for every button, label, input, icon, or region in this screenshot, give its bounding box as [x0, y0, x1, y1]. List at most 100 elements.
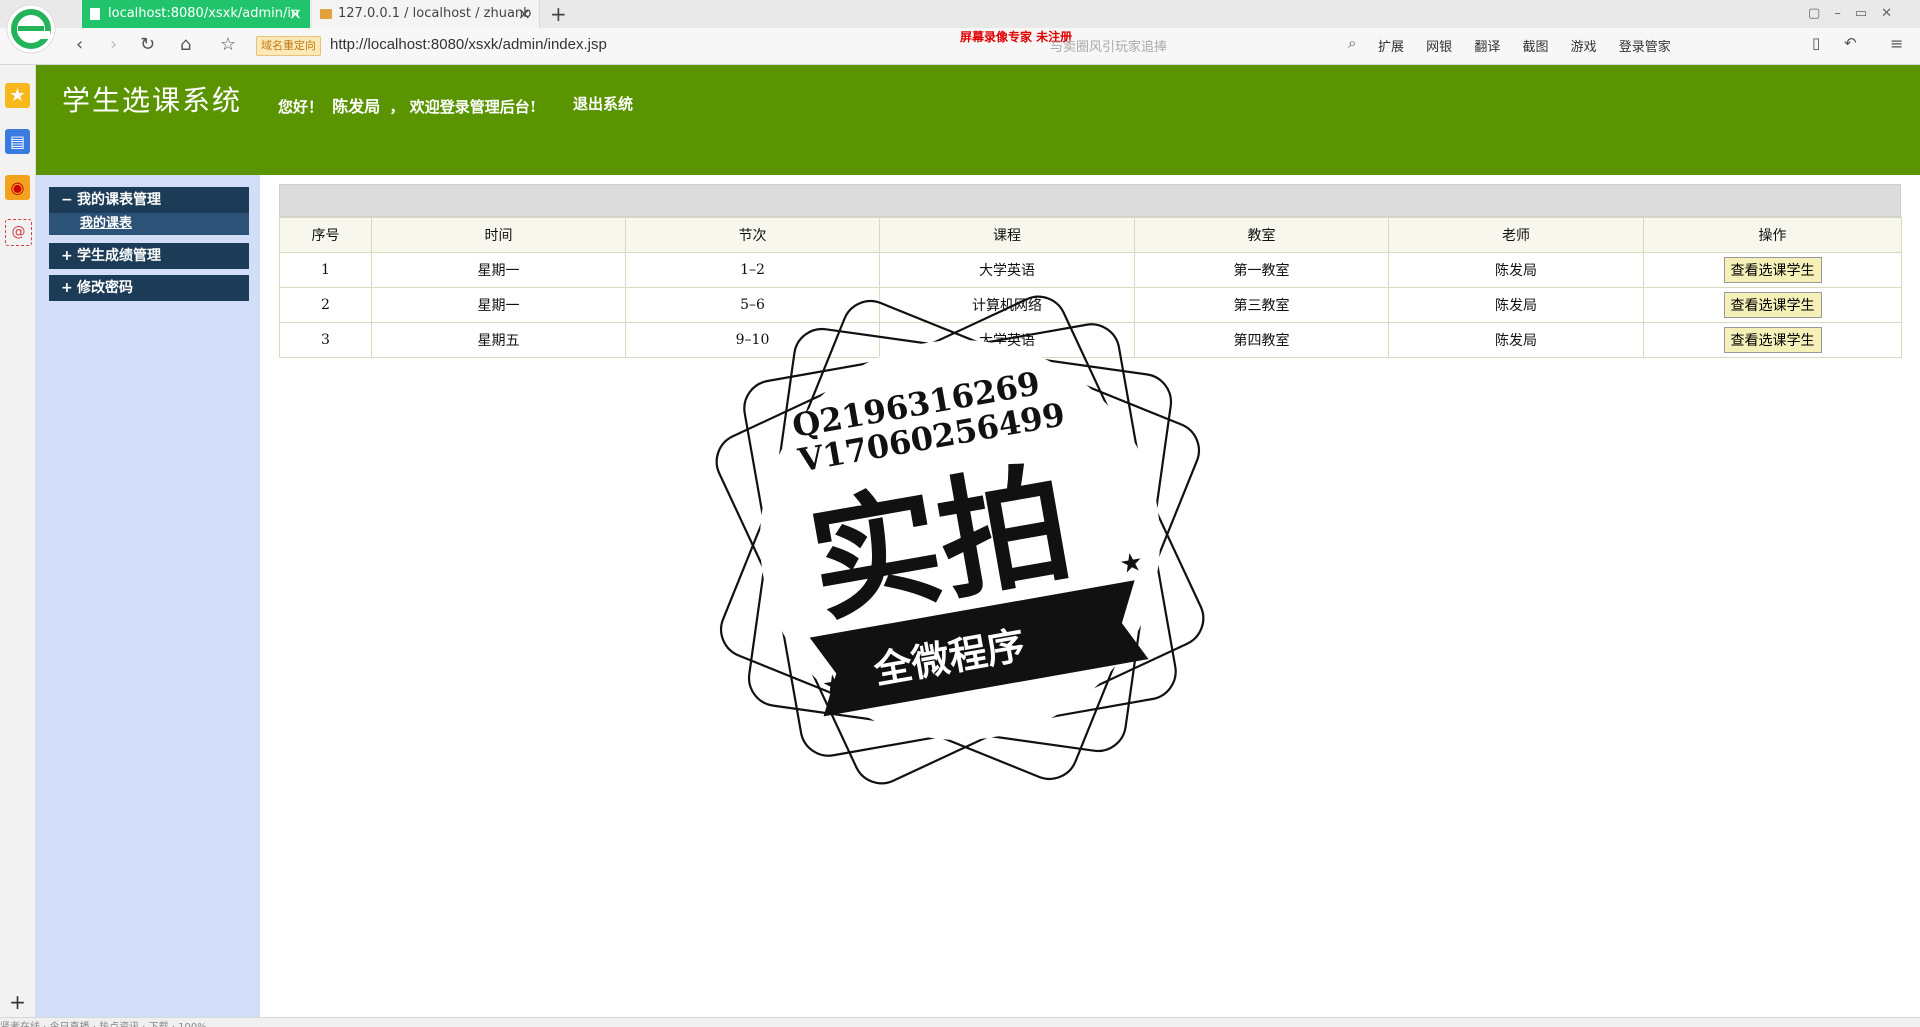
app-header: 学生选课系统 您好！ 陈发局 ， 欢迎登录管理后台! 退出系统 [36, 65, 1920, 175]
sidebar-item-my-schedule[interactable]: 我的课表 [49, 213, 249, 235]
app-sidebar: − 我的课表管理 我的课表 + 学生成绩管理 + 修改密码 [36, 175, 260, 1017]
menu-group-label: 修改密码 [77, 280, 133, 296]
menu-group-password: + 修改密码 [49, 275, 249, 301]
favorites-icon[interactable]: ★ [5, 83, 30, 108]
menu-group-header[interactable]: + 修改密码 [49, 275, 249, 301]
schedule-table: 序号 时间 节次 课程 教室 老师 操作 1 星期一 1–2 大学英语 第一教室… [279, 217, 1902, 358]
home-icon[interactable]: ⌂ [180, 34, 191, 55]
column-header: 时间 [371, 217, 626, 253]
app-title: 学生选课系统 [62, 84, 243, 117]
browser-tools: 扩展 网银 翻译 截图 游戏 登录管家 [1378, 36, 1689, 55]
cell-index: 2 [279, 287, 372, 323]
user-name: 陈发局 [332, 97, 381, 116]
browser-tabbar: localhost:8080/xsxk/admin/in × 127.0.0.1… [0, 0, 1920, 28]
watermark-banner: 全微程序 [870, 623, 1028, 693]
tab-title: 127.0.0.1 / localhost / zhuanb [338, 6, 532, 21]
tab-title: localhost:8080/xsxk/admin/in [108, 6, 300, 21]
table-header-row: 序号 时间 节次 课程 教室 老师 操作 [279, 217, 1902, 253]
cell-day: 星期一 [371, 252, 626, 288]
reader-icon[interactable]: ▤ [5, 129, 30, 154]
search-icon[interactable]: ⌕ [1348, 34, 1356, 52]
watermark-main: 实拍 [799, 446, 1081, 641]
collapse-icon: − [61, 192, 73, 208]
welcome-message: 您好！ 陈发局 ， 欢迎登录管理后台! [278, 93, 536, 117]
watermark-stamp: Q2196316269 V17060256499 实拍 全微程序 ★ ★ [715, 295, 1205, 785]
browser-tab-active[interactable]: localhost:8080/xsxk/admin/in × [82, 0, 310, 28]
table-row: 1 星期一 1–2 大学英语 第一教室 陈发局 查看选课学生 [279, 252, 1902, 288]
phpmyadmin-icon [320, 9, 332, 19]
url-redirect-badge: 域名重定向 [256, 36, 321, 56]
column-header: 教室 [1134, 217, 1389, 253]
cell-course: 计算机网络 [879, 287, 1135, 323]
column-header: 序号 [279, 217, 372, 253]
extension-button[interactable]: 扩展 [1378, 40, 1404, 55]
cell-day: 星期一 [371, 287, 626, 323]
table-caption-bar [279, 184, 1901, 217]
logout-link[interactable]: 退出系统 [573, 93, 633, 114]
browser-side-dock: ★ ▤ ◉ @ + [0, 65, 36, 1017]
greeting-prefix: 您好！ [278, 98, 324, 116]
bank-button[interactable]: 网银 [1426, 40, 1452, 55]
cell-action: 查看选课学生 [1643, 287, 1902, 323]
login-manager-button[interactable]: 登录管家 [1619, 40, 1671, 55]
menu-group-label: 学生成绩管理 [77, 248, 161, 264]
cell-teacher: 陈发局 [1388, 252, 1644, 288]
screenshot-button[interactable]: 截图 [1522, 40, 1548, 55]
menu-group-header[interactable]: − 我的课表管理 [49, 187, 249, 213]
menu-group-schedule: − 我的课表管理 我的课表 [49, 187, 249, 235]
cell-action: 查看选课学生 [1643, 322, 1902, 358]
undo-icon[interactable]: ↶ [1844, 34, 1857, 52]
cell-classroom: 第四教室 [1134, 322, 1389, 358]
close-icon[interactable]: × [289, 0, 302, 28]
browser-toolbar: ‹ › ↻ ⌂ ☆ 域名重定向 http://localhost:8080/xs… [0, 28, 1920, 65]
forward-icon[interactable]: › [110, 34, 117, 55]
games-button[interactable]: 游戏 [1571, 40, 1597, 55]
new-tab-button[interactable]: + [550, 0, 567, 28]
cell-period: 5–6 [625, 287, 880, 323]
view-students-button[interactable]: 查看选课学生 [1723, 292, 1822, 318]
address-bar[interactable]: http://localhost:8080/xsxk/admin/index.j… [330, 36, 607, 53]
column-header: 课程 [879, 217, 1135, 253]
star-icon[interactable]: ☆ [220, 34, 236, 55]
expand-icon: + [61, 248, 73, 264]
browser-search-input[interactable]: 与卖圈风引玩家追捧 [1050, 36, 1340, 55]
cell-teacher: 陈发局 [1388, 287, 1644, 323]
menu-group-header[interactable]: + 学生成绩管理 [49, 243, 249, 269]
reload-icon[interactable]: ↻ [140, 34, 155, 55]
window-controls[interactable]: ▢–▭✕ [1808, 0, 1906, 28]
sidebar-toggle-icon[interactable]: ▯ [1812, 34, 1820, 52]
view-students-button[interactable]: 查看选课学生 [1723, 327, 1822, 353]
browser-logo-icon[interactable] [6, 4, 56, 54]
back-icon[interactable]: ‹ [76, 34, 83, 55]
view-students-button[interactable]: 查看选课学生 [1723, 257, 1822, 283]
close-icon[interactable]: × [518, 0, 531, 28]
table-row: 3 星期五 9–10 大学英语 第四教室 陈发局 查看选课学生 [279, 322, 1902, 358]
main-content: 序号 时间 节次 课程 教室 老师 操作 1 星期一 1–2 大学英语 第一教室… [279, 184, 1902, 358]
cell-classroom: 第三教室 [1134, 287, 1389, 323]
table-row: 2 星期一 5–6 计算机网络 第三教室 陈发局 查看选课学生 [279, 287, 1902, 323]
mail-icon[interactable]: @ [5, 219, 32, 246]
cell-classroom: 第一教室 [1134, 252, 1389, 288]
cell-teacher: 陈发局 [1388, 322, 1644, 358]
column-header: 老师 [1388, 217, 1644, 253]
expand-icon: + [61, 280, 73, 296]
cell-period: 9–10 [625, 322, 880, 358]
add-icon[interactable]: + [5, 990, 30, 1015]
cell-course: 大学英语 [879, 322, 1135, 358]
cell-index: 3 [279, 322, 372, 358]
browser-tab[interactable]: 127.0.0.1 / localhost / zhuanb × [312, 0, 540, 28]
star-icon: ★ [1117, 547, 1145, 581]
cell-period: 1–2 [625, 252, 880, 288]
translate-button[interactable]: 翻译 [1474, 40, 1500, 55]
watermark-line2: V17060256499 [795, 395, 1068, 479]
star-icon: ★ [820, 668, 848, 702]
cell-day: 星期五 [371, 322, 626, 358]
page-icon [90, 8, 100, 20]
weibo-icon[interactable]: ◉ [5, 175, 30, 200]
cell-action: 查看选课学生 [1643, 252, 1902, 288]
cell-index: 1 [279, 252, 372, 288]
menu-group-grades: + 学生成绩管理 [49, 243, 249, 269]
watermark-line1: Q2196316269 [789, 364, 1042, 445]
menu-icon[interactable]: ≡ [1890, 34, 1903, 53]
cell-course: 大学英语 [879, 252, 1135, 288]
